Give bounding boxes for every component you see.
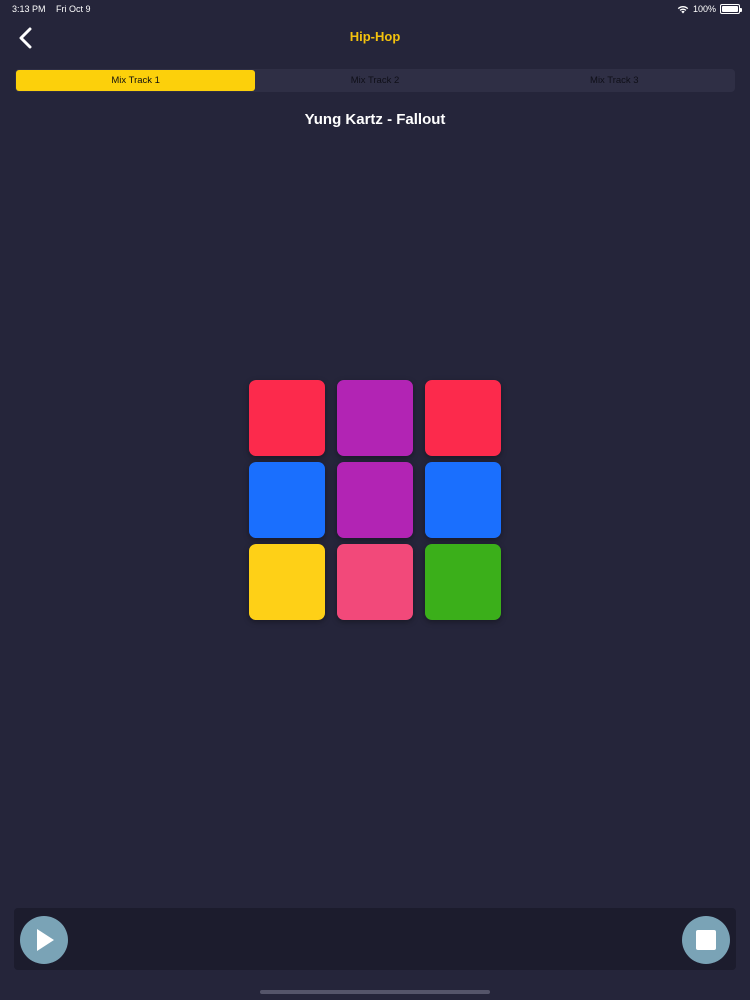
pad-4[interactable]	[249, 462, 325, 538]
status-bar: 3:13 PM Fri Oct 9 100%	[0, 0, 750, 18]
pad-1[interactable]	[249, 380, 325, 456]
pad-7[interactable]	[249, 544, 325, 620]
battery-percent: 100%	[692, 4, 716, 14]
track-title: Yung Kartz - Fallout	[304, 111, 446, 128]
pad-grid	[249, 380, 501, 620]
tab-label: Mix Track 3	[590, 75, 639, 86]
stop-button[interactable]	[682, 916, 730, 964]
pad-8[interactable]	[337, 544, 413, 620]
tab-mix-track-1[interactable]: Mix Track 1	[16, 70, 256, 91]
player-bar	[14, 908, 736, 970]
wifi-icon	[677, 5, 689, 13]
status-right: 100%	[677, 4, 742, 14]
play-button[interactable]	[20, 916, 68, 964]
pad-2[interactable]	[337, 380, 413, 456]
pad-9[interactable]	[425, 544, 501, 620]
stop-icon	[696, 930, 716, 950]
tab-label: Mix Track 1	[111, 75, 160, 86]
pad-3[interactable]	[425, 380, 501, 456]
page-title: Hip-Hop	[349, 29, 401, 44]
mix-track-tabs: Mix Track 1 Mix Track 2 Mix Track 3	[15, 69, 735, 92]
tab-mix-track-3[interactable]: Mix Track 3	[495, 70, 734, 91]
battery-fill	[722, 6, 738, 12]
pad-6[interactable]	[425, 462, 501, 538]
battery-icon	[720, 4, 742, 14]
status-date: Fri Oct 9	[56, 4, 91, 14]
pad-5[interactable]	[337, 462, 413, 538]
home-indicator	[260, 990, 490, 994]
nav-bar: Hip-Hop	[0, 18, 750, 58]
status-left: 3:13 PM Fri Oct 9	[12, 4, 99, 14]
status-time: 3:13 PM	[12, 4, 46, 14]
play-icon	[37, 929, 54, 951]
tab-mix-track-2[interactable]: Mix Track 2	[255, 70, 494, 91]
tab-label: Mix Track 2	[350, 75, 400, 86]
